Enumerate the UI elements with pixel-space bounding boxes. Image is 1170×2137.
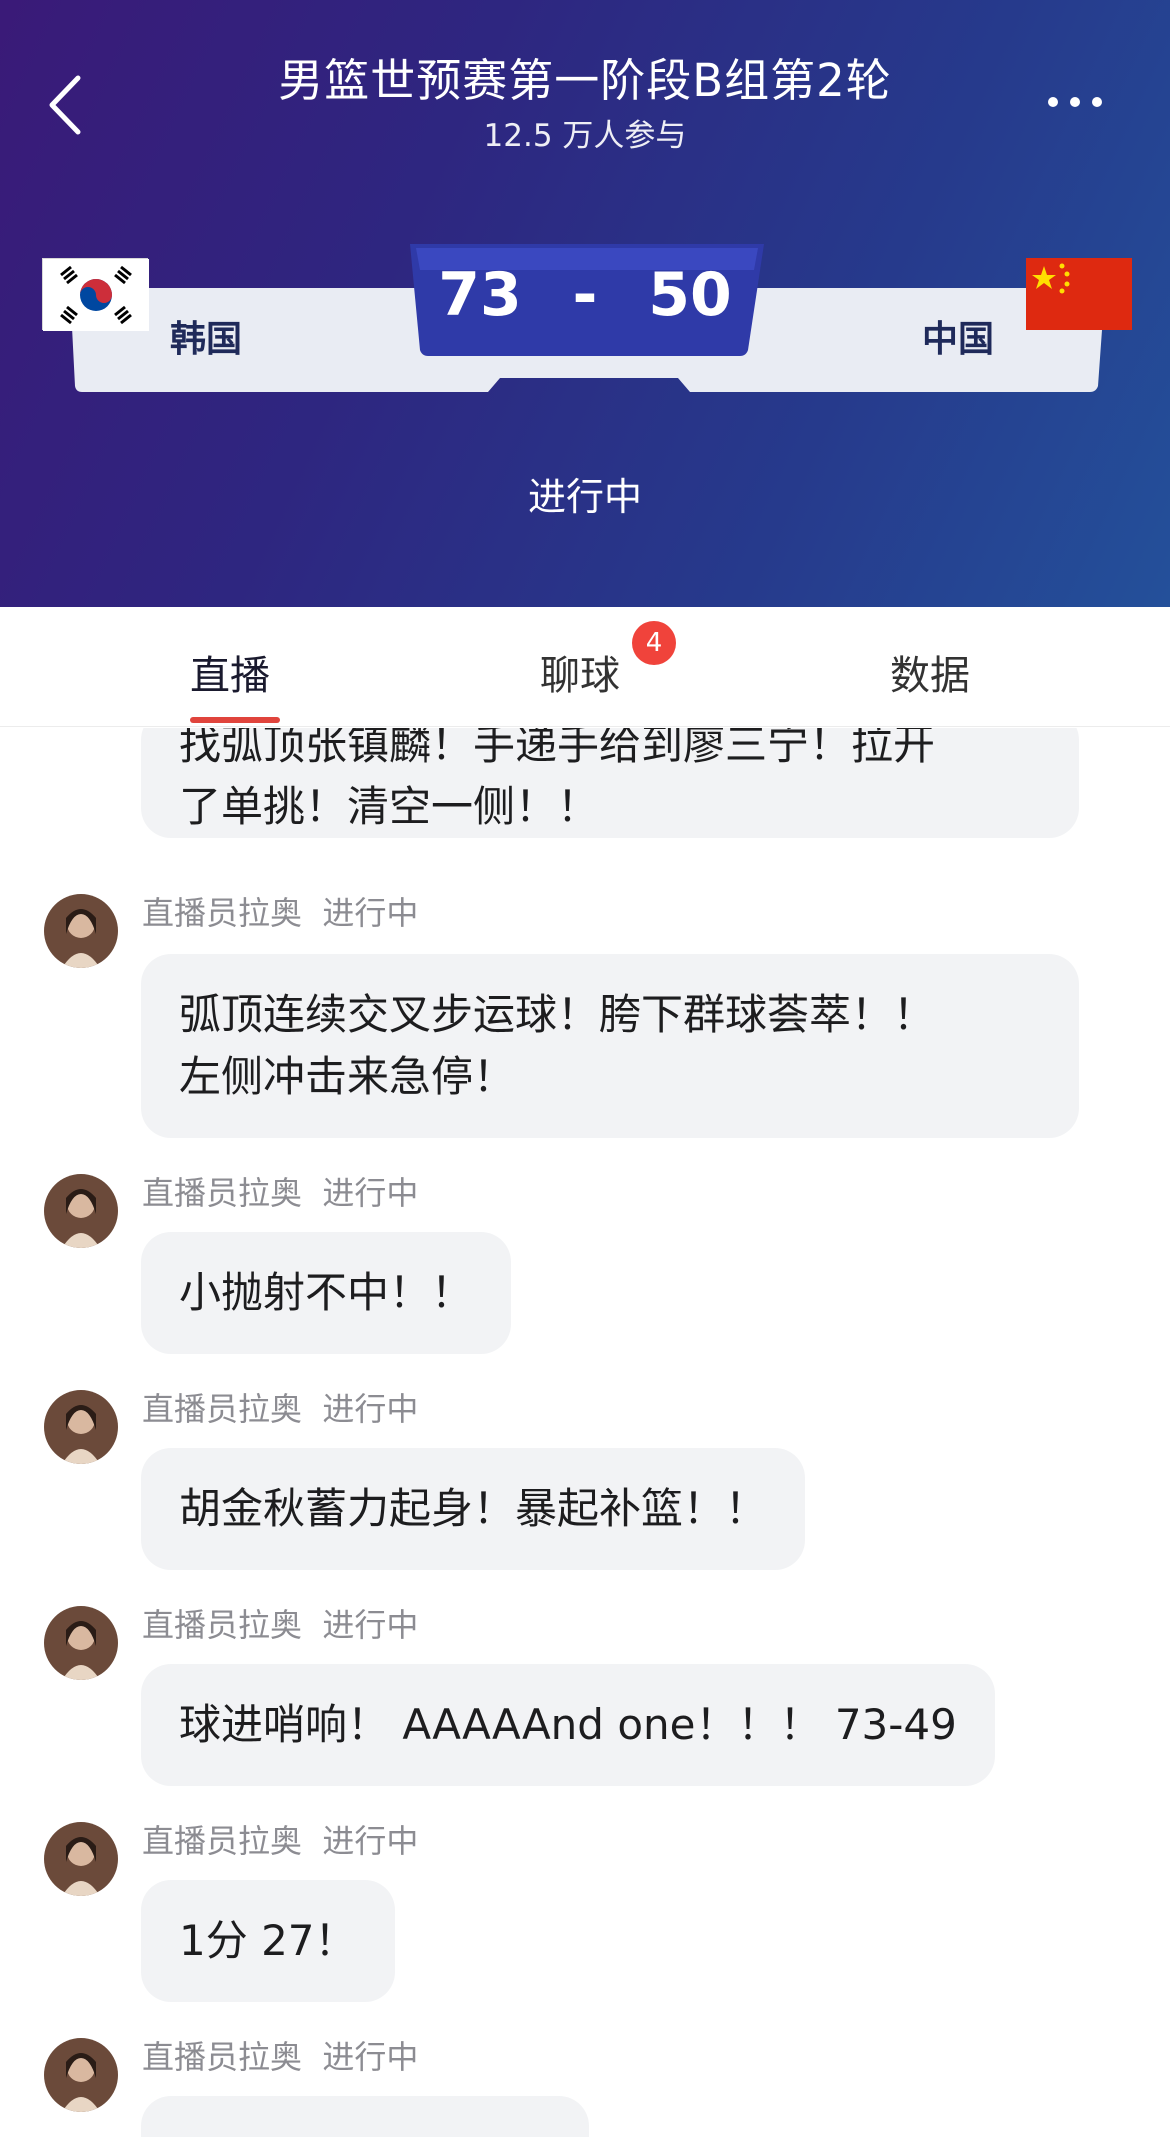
author-status: 进行中 [322,1174,419,1212]
away-score: 50 [648,260,732,330]
author-label: 直播员拉奥 进行中 [142,1168,418,1214]
author-name: 直播员拉奥 [142,1174,303,1212]
message-text: 找弧顶张镇麟！手递手给到廖三宁！拉开 [179,728,936,769]
message-text: 左侧冲击来急停！ [179,1052,516,1101]
author-label: 直播员拉奥 进行中 [142,888,418,934]
author-label: 直播员拉奥 进行中 [142,1816,418,1862]
away-team-name: 中国 [922,319,995,360]
message-text: 胡金秋蓄力起身！暴起补篮！！ [179,1484,768,1533]
scoreboard: 韩国 73 - 50 中国 [0,240,1170,400]
message-bubble: 胡金秋蓄力起身！暴起补篮！！ [141,1448,806,1570]
author-status: 进行中 [322,1390,419,1428]
chat-badge: 4 [632,621,676,665]
author-status: 进行中 [322,1822,419,1860]
message-text: 了单挑！清空一侧！！ [179,782,600,831]
message-text: 弧顶连续交叉步运球！胯下群球荟萃！！ [179,990,936,1039]
avatar-icon[interactable] [44,894,118,968]
participants-count: 12.5 万人参与 [483,118,687,154]
match-header: 男篮世预赛第一阶段B组第2轮 12.5 万人参与 韩国 73 - 50 中国 进… [0,0,1170,607]
message-text: 球进哨响！ AAAAAnd one！！！ 73-49 [179,1700,957,1749]
author-name: 直播员拉奥 [142,1390,303,1428]
china-flag-icon [1026,258,1132,330]
avatar-icon[interactable] [44,2038,118,2112]
avatar-icon[interactable] [44,1822,118,1896]
message-bubble: 1分 27！ [141,1880,395,2002]
avatar-icon[interactable] [44,1390,118,1464]
author-name: 直播员拉奥 [142,2038,303,2076]
author-name: 直播员拉奥 [142,1822,303,1860]
match-status: 进行中 [527,475,642,519]
message-bubble: 弧顶连续交叉步运球！胯下群球荟萃！！ 左侧冲击来急停！ [141,954,1079,1138]
message-text: 1分 27！ [179,1916,357,1965]
home-team-name: 韩国 [170,319,243,360]
tab-live[interactable]: 直播 [190,643,270,701]
korea-flag-icon [42,258,149,331]
author-status: 进行中 [322,1606,419,1644]
score-separator: - [572,260,598,330]
author-label: 直播员拉奥 进行中 [142,1384,418,1430]
message-bubble [141,2096,589,2137]
avatar-icon[interactable] [44,1606,118,1680]
message-bubble: 球进哨响！ AAAAAnd one！！！ 73-49 [141,1664,995,1786]
home-score: 73 [438,260,522,330]
author-status: 进行中 [322,894,419,932]
active-tab-indicator [190,717,280,723]
tab-bar: 直播 聊球 4 数据 [0,607,1170,727]
author-name: 直播员拉奥 [142,894,303,932]
page-title: 男篮世预赛第一阶段B组第2轮 [278,54,892,107]
message-bubble: 小抛射不中！！ [141,1232,512,1354]
avatar-icon[interactable] [44,1174,118,1248]
message-text: 小抛射不中！！ [179,1268,474,1317]
author-name: 直播员拉奥 [142,1606,303,1644]
message-bubble: 找弧顶张镇麟！手递手给到廖三宁！拉开 了单挑！清空一侧！！ [141,728,1079,838]
author-label: 直播员拉奥 进行中 [142,2032,418,2078]
author-label: 直播员拉奥 进行中 [142,1600,418,1646]
more-dots-icon[interactable] [1048,92,1118,118]
live-feed[interactable]: 找弧顶张镇麟！手递手给到廖三宁！拉开 了单挑！清空一侧！！ 直播员拉奥 进行中 … [0,728,1170,2137]
tab-data[interactable]: 数据 [890,643,970,701]
author-status: 进行中 [322,2038,419,2076]
tab-chat[interactable]: 聊球 [540,643,620,701]
